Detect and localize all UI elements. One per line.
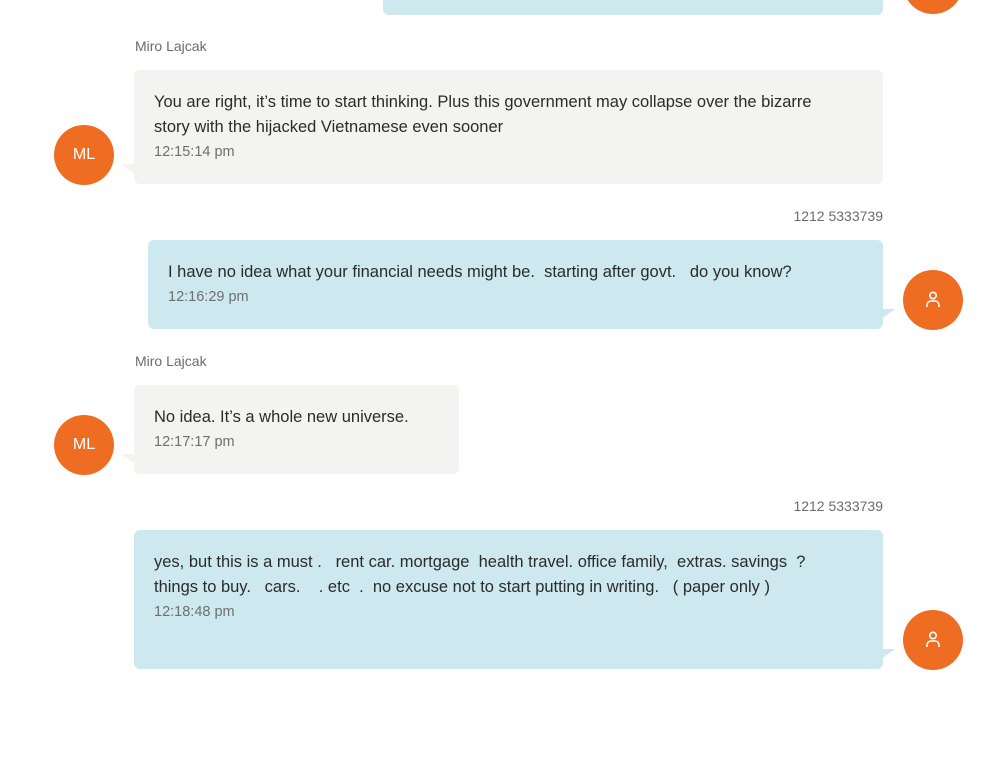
message-timestamp: 12:15:14 pm <box>154 144 235 160</box>
person-icon <box>926 631 940 647</box>
message-timestamp: 12:17:17 pm <box>154 434 235 450</box>
person-icon <box>926 291 940 307</box>
sender-name: Miro Lajcak <box>135 38 207 54</box>
message-text: I have no idea what your financial needs… <box>168 263 792 281</box>
message-bubble-outgoing: I have no idea what your financial needs… <box>148 240 883 329</box>
user-avatar <box>903 270 963 330</box>
sender-name: Miro Lajcak <box>135 353 207 369</box>
bubble-tail <box>121 164 135 174</box>
bubble-tail <box>881 649 895 659</box>
contact-avatar: ML <box>54 125 114 185</box>
message-timestamp: 12:18:48 pm <box>154 604 235 620</box>
bubble-tail <box>121 454 135 464</box>
message-bubble-outgoing: yes, but this is a must . rent car. mort… <box>134 530 883 669</box>
message-text: yes, but this is a must . rent car. mort… <box>154 553 815 596</box>
message-bubble-incoming: No idea. It’s a whole new universe. 12:1… <box>134 385 459 474</box>
bubble-tail <box>881 309 895 319</box>
message-bubble-incoming: You are right, it’s time to start thinki… <box>134 70 883 184</box>
sender-name: 1212 5333739 <box>793 498 883 514</box>
previous-message-bubble <box>383 0 883 15</box>
sender-name: 1212 5333739 <box>793 208 883 224</box>
contact-avatar: ML <box>54 415 114 475</box>
message-timestamp: 12:16:29 pm <box>168 289 249 305</box>
avatar-initials: ML <box>72 436 96 453</box>
avatar-initials: ML <box>72 146 96 163</box>
message-text: No idea. It’s a whole new universe. <box>154 408 409 426</box>
user-avatar <box>903 610 963 670</box>
user-avatar-previous <box>903 0 963 14</box>
message-text: You are right, it’s time to start thinki… <box>154 93 817 136</box>
